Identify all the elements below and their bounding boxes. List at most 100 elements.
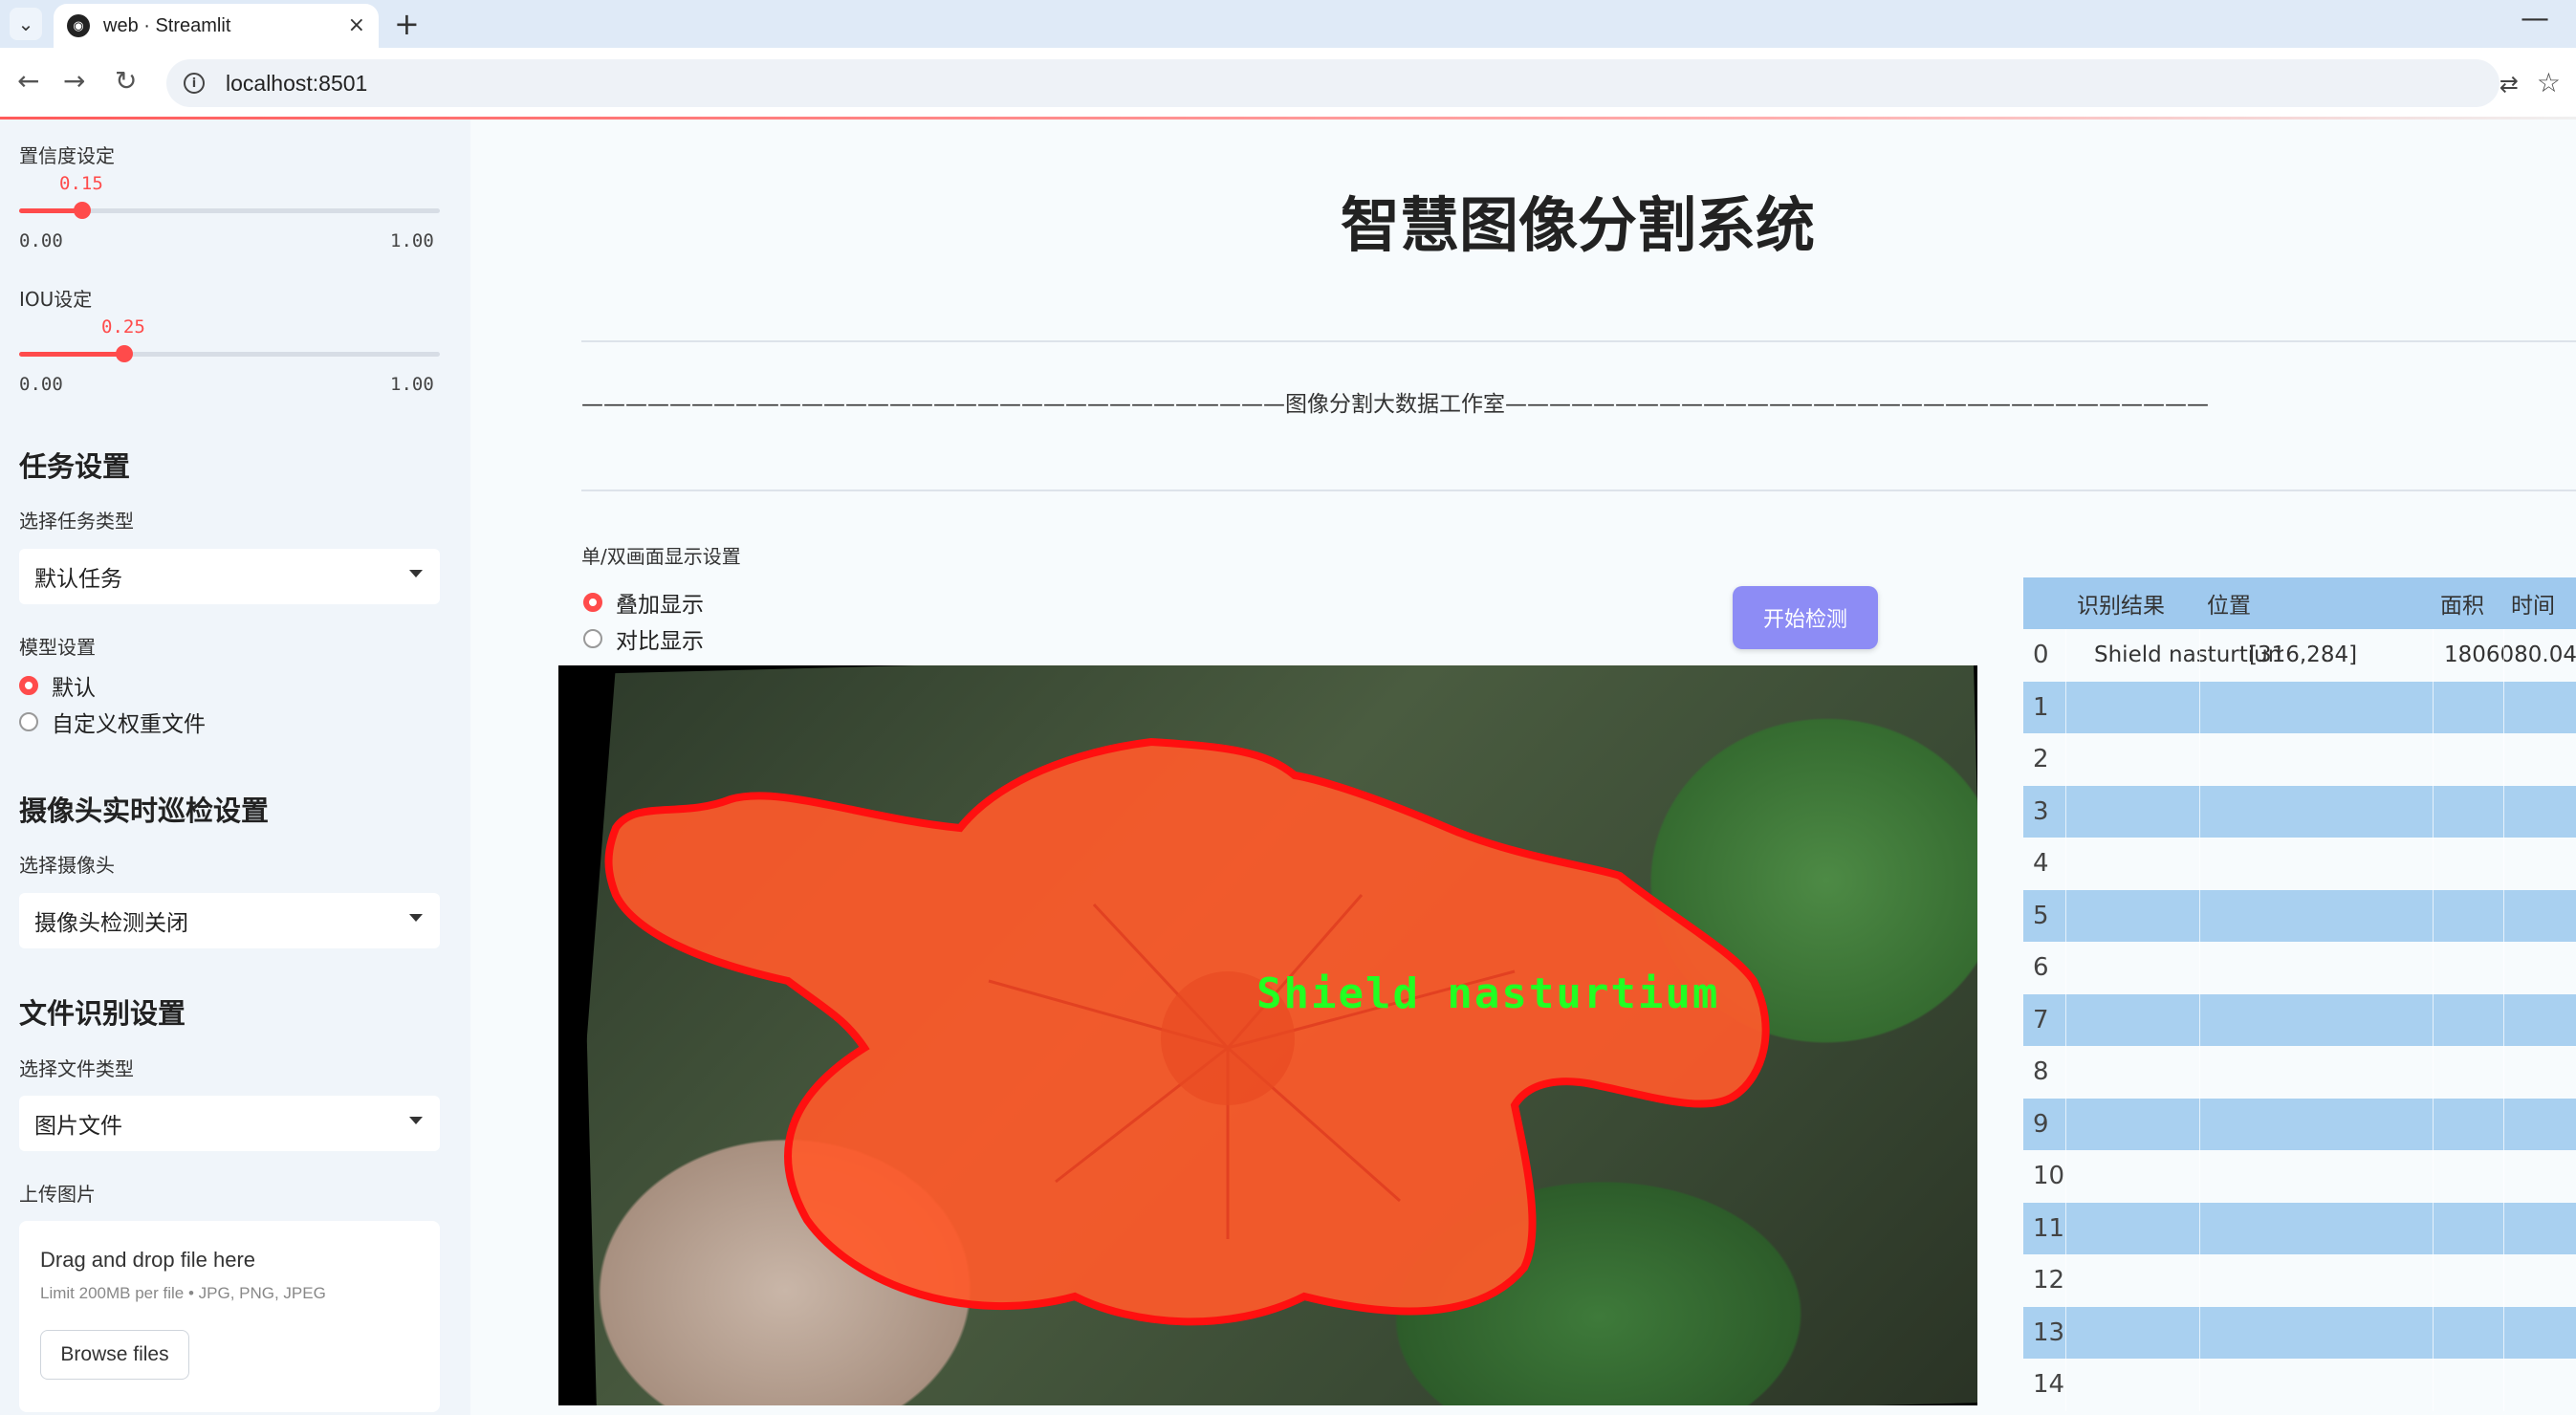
display-option-compare[interactable]: 对比显示 [583, 622, 704, 655]
column-header-position[interactable]: 位置 [2207, 577, 2251, 629]
column-separator [2065, 993, 2066, 1046]
table-row[interactable]: 9 [2023, 1098, 2576, 1150]
column-separator [2503, 889, 2504, 942]
table-row[interactable]: 1 [2023, 681, 2576, 733]
page-title: 智慧图像分割系统 [1340, 190, 1815, 260]
table-row[interactable]: 0 Shield nasturtium [316,284] 1806080.04 [2023, 629, 2576, 682]
url-text: localhost:8501 [226, 70, 368, 96]
forward-icon[interactable]: → [63, 65, 85, 97]
column-header-area[interactable]: 面积 [2440, 577, 2484, 629]
close-icon[interactable]: × [348, 13, 365, 37]
camera-label: 选择摄像头 [19, 854, 115, 877]
radio-unselected[interactable] [19, 712, 38, 731]
table-row[interactable]: 6 [2023, 942, 2576, 994]
display-option-overlay[interactable]: 叠加显示 [583, 586, 704, 619]
table-row[interactable]: 4 [2023, 838, 2576, 890]
row-index: 14 [2033, 1370, 2065, 1400]
model-option-label: 自定义权重文件 [52, 712, 206, 737]
model-label: 模型设置 [19, 636, 96, 659]
column-separator [2503, 1254, 2504, 1307]
table-row[interactable]: 10 [2023, 1150, 2576, 1203]
table-row[interactable]: 13 [2023, 1306, 2576, 1360]
confidence-min: 0.00 [19, 230, 63, 251]
cell-result [2094, 1307, 2283, 1360]
column-separator [2503, 942, 2504, 994]
column-separator [2065, 785, 2066, 838]
radio-selected[interactable] [583, 593, 602, 612]
plus-icon[interactable]: + [394, 6, 420, 42]
chevron-down-icon[interactable]: ⌄ [10, 8, 42, 40]
info-icon[interactable]: i [184, 73, 205, 94]
upload-title: Drag and drop file here [40, 1248, 256, 1272]
confidence-max: 1.00 [390, 230, 434, 251]
column-header-time[interactable]: 时间 [2511, 577, 2555, 629]
table-row[interactable]: 14 [2023, 1359, 2576, 1411]
row-index: 11 [2033, 1213, 2065, 1243]
table-row[interactable]: 3 [2023, 785, 2576, 838]
star-icon[interactable]: ☆ [2537, 67, 2561, 98]
browser-tab[interactable]: ◉ web · Streamlit × [54, 4, 379, 48]
column-separator [2433, 681, 2434, 733]
cell-area: 1806080.04 [2444, 642, 2576, 668]
table-row[interactable]: 12 [2023, 1254, 2576, 1307]
column-separator [2503, 681, 2504, 733]
column-separator [2199, 1254, 2200, 1307]
upload-label: 上传图片 [19, 1183, 96, 1206]
address-bar[interactable]: i localhost:8501 [166, 59, 2500, 107]
file-uploader-dropzone[interactable]: Drag and drop file here Limit 200MB per … [19, 1221, 440, 1412]
row-index: 1 [2033, 692, 2049, 722]
radio-unselected[interactable] [583, 629, 602, 648]
table-row[interactable]: 7 [2023, 993, 2576, 1046]
table-row[interactable]: 8 [2023, 1046, 2576, 1099]
column-separator [2503, 629, 2504, 682]
model-option-default[interactable]: 默认 [19, 669, 96, 702]
column-separator [2065, 1046, 2066, 1099]
back-icon[interactable]: ← [17, 65, 39, 97]
confidence-slider-thumb[interactable] [74, 202, 91, 219]
camera-value: 摄像头检测关闭 [34, 911, 188, 936]
start-detection-button[interactable]: 开始检测 [1733, 586, 1878, 649]
column-separator [2503, 1306, 2504, 1359]
column-separator [2065, 942, 2066, 994]
column-separator [2065, 889, 2066, 942]
translate-icon[interactable]: ⇄ [2500, 71, 2519, 98]
column-header-result[interactable]: 识别结果 [2077, 577, 2165, 629]
segmentation-mask [604, 737, 1770, 1326]
model-option-custom[interactable]: 自定义权重文件 [19, 706, 206, 738]
iou-slider-thumb[interactable] [116, 345, 133, 362]
column-separator [2433, 1046, 2434, 1099]
column-separator [2065, 838, 2066, 890]
table-header: 识别结果 位置 面积 时间 [2023, 577, 2576, 629]
row-index: 9 [2033, 1109, 2049, 1139]
upload-limit: Limit 200MB per file • JPG, PNG, JPEG [40, 1284, 326, 1302]
task-type-select[interactable]: 默认任务 [19, 549, 440, 604]
display-option-label: 叠加显示 [616, 593, 704, 618]
file-type-select[interactable]: 图片文件 [19, 1096, 440, 1151]
iou-value: 0.25 [101, 316, 145, 337]
radio-selected[interactable] [19, 676, 38, 695]
camera-select[interactable]: 摄像头检测关闭 [19, 893, 440, 948]
detection-label: Shield nasturtium [1256, 969, 1720, 1018]
column-separator [2199, 681, 2200, 733]
table-row[interactable]: 11 [2023, 1202, 2576, 1255]
table-row[interactable]: 2 [2023, 733, 2576, 786]
reload-icon[interactable]: ↻ [115, 65, 137, 97]
row-index: 7 [2033, 1005, 2049, 1034]
column-separator [2433, 993, 2434, 1046]
column-separator [2065, 629, 2066, 682]
iou-label: IOU设定 [19, 288, 93, 311]
table-row[interactable]: 5 [2023, 889, 2576, 942]
cell-result [2094, 1046, 2283, 1099]
iou-slider[interactable] [19, 345, 440, 362]
confidence-label: 置信度设定 [19, 144, 115, 167]
chevron-down-icon [409, 914, 423, 922]
cell-result [2094, 1203, 2283, 1255]
confidence-slider[interactable] [19, 202, 440, 219]
column-separator [2065, 1150, 2066, 1203]
column-separator [2199, 733, 2200, 786]
column-separator [2503, 1150, 2504, 1203]
browse-files-button[interactable]: Browse files [40, 1330, 189, 1380]
minimize-icon[interactable]: — [2521, 2, 2549, 35]
browser-tabbar: ⌄ ◉ web · Streamlit × + — [0, 0, 2576, 48]
column-separator [2433, 1150, 2434, 1203]
